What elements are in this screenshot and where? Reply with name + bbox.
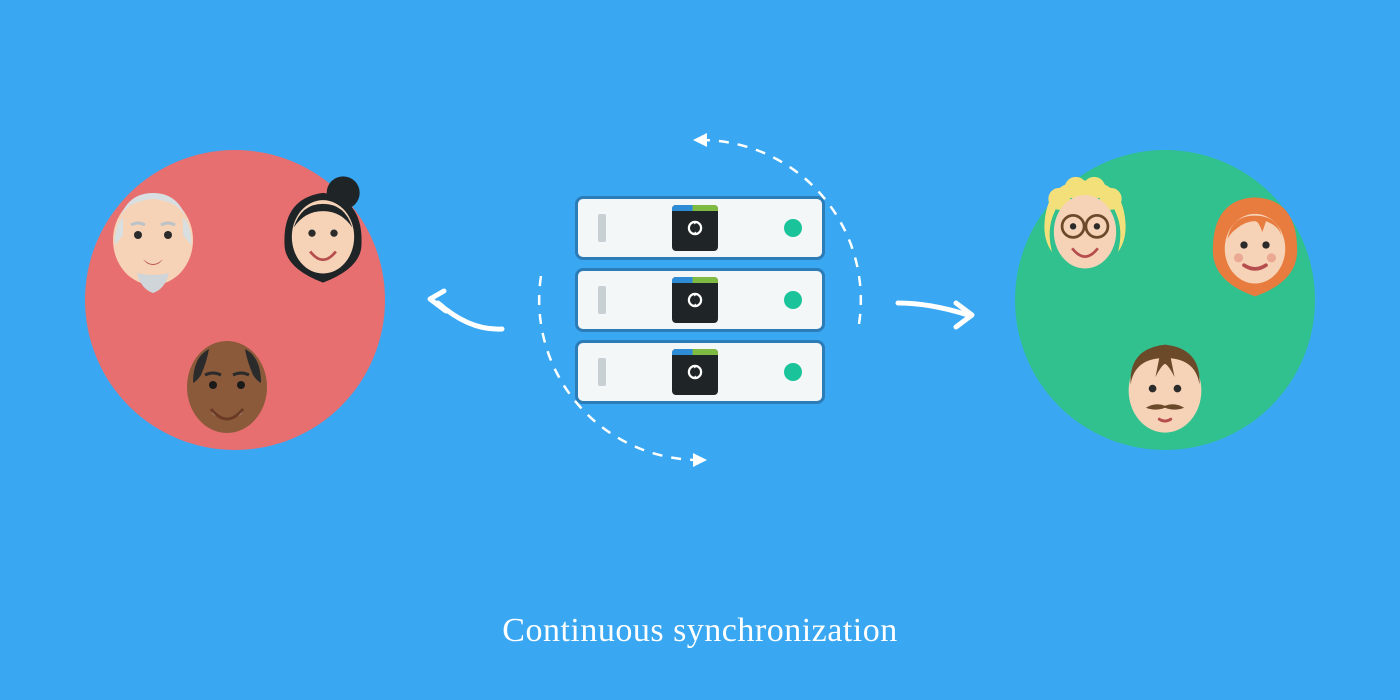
status-led-icon xyxy=(784,291,802,309)
sync-cluster xyxy=(520,120,880,480)
user-group-left xyxy=(85,150,385,450)
drive-slot-icon xyxy=(598,358,606,386)
curved-arrow-left-icon xyxy=(420,285,510,345)
face-blonde-glasses-person xyxy=(1035,175,1135,285)
face-mustache-man xyxy=(1115,335,1215,445)
sync-chip-icon xyxy=(672,205,718,251)
curved-arrow-right-icon xyxy=(890,285,980,345)
status-led-icon xyxy=(784,219,802,237)
server-unit xyxy=(575,268,825,332)
drive-slot-icon xyxy=(598,214,606,242)
sync-chip-icon xyxy=(672,349,718,395)
drive-slot-icon xyxy=(598,286,606,314)
diagram-caption: Continuous synchronization xyxy=(0,612,1400,650)
face-bald-man xyxy=(177,335,277,445)
user-group-right xyxy=(1015,150,1315,450)
diagram-stage: Continuous synchronization xyxy=(0,0,1400,700)
face-dark-haired-woman xyxy=(273,180,373,290)
server-unit xyxy=(575,196,825,260)
face-elderly-man xyxy=(103,185,203,295)
status-led-icon xyxy=(784,363,802,381)
sync-chip-icon xyxy=(672,277,718,323)
server-stack xyxy=(575,196,825,404)
face-red-haired-woman xyxy=(1205,190,1305,300)
server-unit xyxy=(575,340,825,404)
